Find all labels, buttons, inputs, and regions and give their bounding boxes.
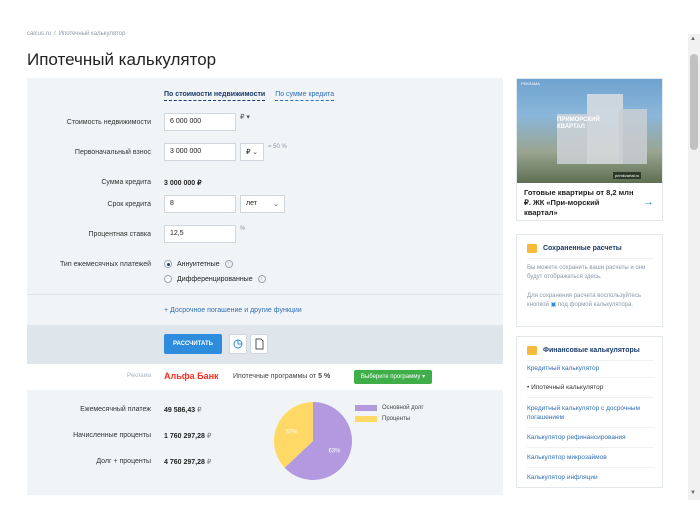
divider [527,467,654,468]
ad-label: Реклама [127,373,152,379]
fin-calc-link[interactable]: Кредитный калькулятор [527,364,657,373]
result-total-value: 4 760 297,28 ₽ [164,459,212,466]
promo-brand: ПРИМОРСКИЙ КВАРТАЛ [557,117,600,130]
divider [527,360,654,361]
loan-amount-value: 3 000 000 ₽ [164,180,202,187]
page-title: Ипотечный калькулятор [27,50,217,69]
legend-swatch [355,405,377,411]
breadcrumb-home[interactable]: calcus.ru [27,31,51,37]
pie-slice-label-1: 37% [286,430,299,436]
chevron-down-icon: ⌄ [252,149,258,156]
saved-calcs-card: Сохраненные расчеты Вы можете сохранить … [516,234,663,327]
result-interest-value: 1 760 297,28 ₽ [164,433,212,440]
fin-calcs-title: Финансовые калькуляторы [543,347,640,354]
legend-interest: Проценты [355,416,410,422]
rate-input[interactable]: 12,5 [164,225,236,243]
folder-icon [527,244,537,253]
document-icon [255,338,264,350]
tab-by-loan-amount[interactable]: По сумме кредита [275,91,335,101]
alfa-bank-logo[interactable]: Альфа Банк [164,371,219,381]
divider [27,294,503,295]
term-unit-select[interactable]: лет ⌄ [240,195,285,213]
radio-unchecked-icon [164,275,172,283]
action-band: РАССЧИТАТЬ [27,325,503,364]
arrow-right-icon[interactable]: → [643,196,654,208]
divider [527,427,654,428]
result-interest-label: Начисленные проценты [73,432,151,439]
payment-type-label: Тип ежемесячных платежей [59,261,151,268]
calc-mode-tabs: По стоимости недвижимости По сумме креди… [164,91,342,101]
pie-slice-label-0: 63% [328,448,341,454]
chevron-down-icon: ▾ [246,114,250,121]
property-cost-currency-select[interactable]: ₽ ▾ [240,113,250,121]
radio-checked-icon [164,260,172,268]
promo-banner[interactable]: РЕКЛАМА ПРИМОРСКИЙ КВАРТАЛ primkvartal.r… [516,78,663,221]
scroll-up-icon[interactable]: ▲ [690,36,696,42]
info-icon[interactable]: i [257,275,266,283]
chevron-down-icon: ⌄ [273,201,279,208]
fin-calcs-card: Финансовые калькуляторы Кредитный кальку… [516,336,663,488]
promo-tag: РЕКЛАМА [521,81,540,86]
scroll-thumb[interactable] [690,54,698,150]
saved-calcs-help: Для сохранения расчета воспользуйтесь кн… [527,293,641,308]
ad-text: Ипотечные программы от 5 % [233,373,331,380]
top-bar [0,0,700,34]
fin-calc-link-current[interactable]: • Ипотечный калькулятор [527,383,657,392]
result-monthly-value: 49 586,43 ₽ [164,407,202,414]
divider [527,258,654,259]
fin-calc-link[interactable]: Калькулятор рефинансирования [527,433,657,442]
fin-calc-link[interactable]: Кредитный калькулятор с досрочным погаше… [527,404,657,422]
legend-principal: Основной долг [355,405,424,411]
term-label: Срок кредита [107,201,151,208]
down-payment-currency-select[interactable]: ₽ ⌄ [240,143,264,161]
rate-label: Процентная ставка [88,231,151,238]
property-cost-input[interactable]: 6 000 000 [164,113,236,131]
radio-differentiated-label: Дифференцированные [177,275,253,283]
result-monthly-label: Ежемесячный платеж [80,406,151,413]
calculate-button[interactable]: РАССЧИТАТЬ [164,334,222,354]
divider [527,447,654,448]
info-icon[interactable]: i [224,260,233,268]
save-calc-button[interactable] [229,334,247,354]
property-cost-label: Стоимость недвижимости [66,119,151,126]
promo-text: Готовые квартиры от 8,2 млн ₽. ЖК «При-м… [524,188,634,217]
save-icon: ▣ [550,302,557,308]
choose-program-button[interactable]: Выберите программу ▾ [354,370,432,384]
page-scrollbar[interactable]: ▲ ▼ [688,34,700,500]
radio-differentiated[interactable]: Дифференцированные i [164,275,266,283]
down-payment-input[interactable]: 3 000 000 [164,143,236,161]
print-button[interactable] [250,334,268,354]
fin-calc-link[interactable]: Калькулятор инфляции [527,473,657,482]
calculator-panel: По стоимости недвижимости По сумме креди… [27,78,503,495]
down-payment-percent-hint: = 50 % [268,144,287,150]
loan-amount-label: Сумма кредита [101,179,151,186]
tab-by-property-cost[interactable]: По стоимости недвижимости [164,91,266,101]
calculator-icon [527,346,537,355]
pie-save-icon [233,339,243,349]
divider [527,377,654,378]
down-payment-label: Первоначальный взнос [74,149,151,156]
divider [527,397,654,398]
scroll-down-icon[interactable]: ▼ [690,490,696,496]
term-input[interactable]: 8 [164,195,236,213]
radio-annuity-label: Аннуитетные [177,260,220,268]
ad-banner: Реклама Альфа Банк Ипотечные программы о… [27,364,503,390]
breadcrumb-current: Ипотечный калькулятор [58,31,126,37]
promo-site: primkvartal.ru [613,172,642,179]
fin-calc-link[interactable]: Калькулятор микрозаймов [527,453,657,462]
early-repayment-link[interactable]: + Досрочное погашение и другие функции [164,307,302,314]
saved-calcs-text: Вы можете сохранить ваши расчеты и они б… [527,265,646,280]
breadcrumb: calcus.ru / Ипотечный калькулятор [27,31,126,37]
saved-calcs-title: Сохраненные расчеты [543,245,622,252]
rate-unit: % [240,226,246,232]
promo-image: РЕКЛАМА ПРИМОРСКИЙ КВАРТАЛ primkvartal.r… [517,79,662,183]
legend-swatch [355,416,377,422]
radio-annuity[interactable]: Аннуитетные i [164,260,233,268]
result-total-label: Долг + проценты [96,458,151,465]
payment-pie-chart: 63% 37% [274,402,352,480]
